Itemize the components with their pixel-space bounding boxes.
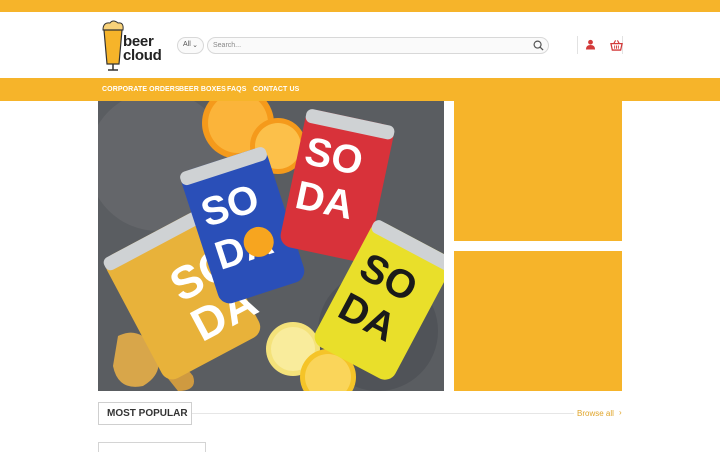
category-select-value: All [183,41,191,48]
promo-panel-bottom[interactable] [454,251,622,391]
logo-line-2: cloud [123,47,162,64]
nav-faqs[interactable]: FAQS [227,86,246,93]
logo-text: beer cloud [123,34,162,64]
category-select[interactable]: All ⌄ [177,37,204,54]
section-title: MOST POPULAR [98,402,192,425]
basket-icon[interactable] [610,39,623,51]
search-icon[interactable] [533,40,544,51]
browse-all-link[interactable]: Browse all [577,409,614,418]
soda-cans-photo: SO DA SO DA SO DA SO DA [98,101,444,391]
product-card[interactable] [98,442,206,452]
nav-contact-us[interactable]: CONTACT US [253,86,299,93]
promo-panel-top[interactable] [454,101,622,241]
chevron-down-icon: ⌄ [192,42,198,49]
user-icon[interactable] [585,39,596,50]
search-input[interactable]: Search... [207,37,549,54]
hero-banner-image[interactable]: SO DA SO DA SO DA SO DA [98,101,444,391]
section-divider [192,413,574,414]
chevron-right-icon[interactable]: › [619,408,622,417]
top-accent-bar [0,0,720,12]
search-bar: All ⌄ Search... [177,37,549,54]
nav-beer-boxes[interactable]: BEER BOXES [179,86,226,93]
nav-corporate-orders[interactable]: CORPORATE ORDERS [102,86,180,93]
header-divider [577,36,578,54]
